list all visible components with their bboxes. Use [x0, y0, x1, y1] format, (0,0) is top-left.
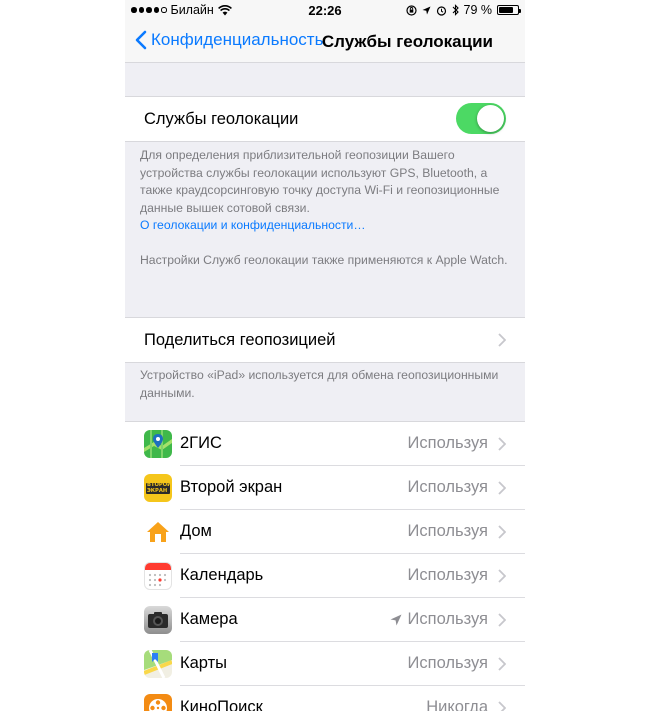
status-bar: Билайн 22:26 79 % [125, 0, 525, 22]
list-item-2gis[interactable]: 2ГИС Используя [125, 422, 525, 466]
app-name: Камера [180, 610, 238, 628]
battery-icon [497, 5, 521, 15]
app-permission-value-wrapper: Используя [390, 610, 488, 629]
app-name: Второй экран [180, 478, 283, 496]
battery-percent: 79 % [463, 3, 493, 17]
home-icon [144, 518, 172, 546]
second-screen-icon-text: ВТОРОЙ ЭКРАН [147, 482, 172, 494]
chevron-right-icon [498, 481, 506, 495]
navigation-bar: Конфиденциальность Службы геолокации [125, 22, 525, 63]
app-permission-value: Используя [407, 522, 488, 540]
location-services-footer: Для определения приблизительной геопозиц… [140, 147, 510, 269]
apps-list: 2ГИС Используя ВТОРОЙ ЭКРАН Второй экран… [125, 421, 525, 711]
app-permission-value: Никогда [426, 698, 488, 711]
share-location-group: Поделиться геопозицией [125, 317, 525, 363]
share-location-row[interactable]: Поделиться геопозицией [125, 318, 525, 362]
back-button-label: Конфиденциальность [151, 30, 324, 49]
list-item-camera[interactable]: Камера Используя [125, 598, 525, 642]
battery-level [499, 7, 514, 13]
app-name: 2ГИС [180, 434, 222, 452]
2gis-icon [144, 430, 172, 458]
location-arrow-icon [422, 6, 430, 14]
chevron-right-icon [498, 613, 506, 627]
share-location-footer: Устройство «iPad» используется для обмен… [140, 368, 499, 400]
list-item-second-screen[interactable]: ВТОРОЙ ЭКРАН Второй экран Используя [125, 466, 525, 510]
location-services-label: Службы геолокации [144, 109, 299, 128]
location-services-description: Для определения приблизительной геопозиц… [140, 148, 500, 215]
chevron-right-icon [498, 437, 506, 451]
calendar-icon [144, 562, 172, 590]
settings-screen: Билайн 22:26 79 % Конфиденциальность Слу… [125, 0, 525, 711]
chevron-right-icon [498, 333, 506, 347]
list-item-maps[interactable]: Карты Используя [125, 642, 525, 686]
camera-icon [144, 606, 172, 634]
second-screen-icon: ВТОРОЙ ЭКРАН [144, 474, 172, 502]
privacy-link[interactable]: О геолокации и конфиденциальности… [140, 217, 510, 235]
chevron-right-icon [498, 569, 506, 583]
bluetooth-icon [452, 4, 459, 16]
list-item-kinopoisk[interactable]: КиноПоиск Никогда [125, 686, 525, 711]
app-permission-value: Используя [407, 654, 488, 672]
app-permission-value: Используя [407, 610, 488, 628]
chevron-right-icon [498, 701, 506, 711]
app-name: Календарь [180, 566, 264, 584]
app-permission-value: Используя [407, 434, 488, 452]
maps-icon [144, 650, 172, 678]
share-location-label: Поделиться геопозицией [144, 330, 336, 349]
app-permission-value: Используя [407, 478, 488, 496]
back-button[interactable]: Конфиденциальность [135, 30, 323, 50]
list-item-calendar[interactable]: Календарь Используя [125, 554, 525, 598]
app-permission-value: Используя [407, 566, 488, 584]
kinopoisk-icon [144, 694, 172, 711]
toggle-knob [477, 105, 504, 132]
page-title: Службы геолокации [321, 32, 493, 51]
app-name: Карты [180, 654, 228, 672]
location-services-toggle[interactable] [456, 103, 506, 134]
chevron-right-icon [498, 657, 506, 671]
chevron-right-icon [498, 525, 506, 539]
status-right: 79 % [405, 3, 521, 17]
chevron-left-icon [135, 30, 147, 50]
location-arrow-icon [390, 614, 402, 625]
location-services-row: Службы геолокации [125, 97, 525, 141]
apple-watch-note: Настройки Служб геолокации также применя… [140, 252, 508, 267]
app-name: КиноПоиск [180, 698, 263, 711]
orientation-lock-icon [405, 4, 417, 16]
location-services-group: Службы геолокации [125, 96, 525, 142]
list-item-home[interactable]: Дом Используя [125, 510, 525, 554]
app-name: Дом [180, 522, 212, 540]
alarm-icon [436, 5, 446, 16]
